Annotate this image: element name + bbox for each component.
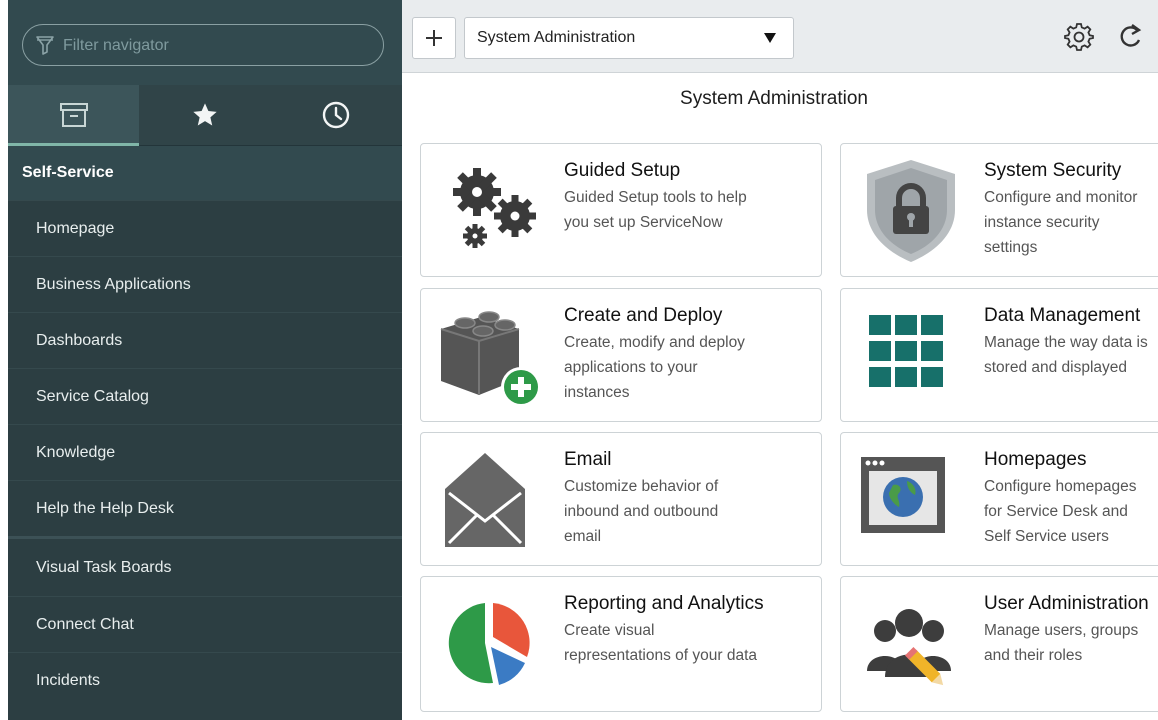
- application-navigator: Self-Service Homepage Business Applicati…: [8, 0, 402, 720]
- grid-icon: [869, 315, 943, 387]
- clock-icon: [323, 101, 350, 129]
- card-title: Create and Deploy: [564, 305, 723, 326]
- card-title: Guided Setup: [564, 160, 681, 181]
- card-title: Data Management: [984, 305, 1141, 326]
- nav-item-visual-task-boards[interactable]: Visual Task Boards: [8, 536, 402, 596]
- card-title: Reporting and Analytics: [564, 593, 764, 614]
- card-description: Manage users, groups and their roles: [984, 622, 1139, 664]
- tab-favorites[interactable]: [139, 85, 270, 145]
- card-email[interactable]: Email Customize behavior of inbound and …: [420, 432, 822, 566]
- star-icon: [193, 103, 217, 126]
- filter-navigator-input[interactable]: [61, 33, 365, 59]
- card-description: Manage the way data is stored and displa…: [984, 334, 1148, 376]
- content-toolbar: System Administration: [402, 0, 1158, 73]
- card-title: User Administration: [984, 593, 1149, 614]
- card-description: Configure homepages for Service Desk and…: [984, 478, 1137, 545]
- card-description: Create, modify and deploy applications t…: [564, 334, 745, 401]
- card-create-and-deploy[interactable]: Create and Deploy Create, modify and dep…: [420, 288, 822, 422]
- nav-section-self-service[interactable]: Self-Service: [8, 146, 402, 200]
- archive-icon: [59, 103, 88, 127]
- nav-item-business-applications[interactable]: Business Applications: [8, 256, 402, 312]
- nav-item-incidents[interactable]: Incidents: [8, 652, 402, 708]
- shield-lock-icon: [867, 160, 955, 262]
- refresh-icon[interactable]: [1116, 22, 1144, 52]
- card-title: System Security: [984, 160, 1122, 181]
- page-title: System Administration: [680, 88, 868, 109]
- card-reporting-and-analytics[interactable]: Reporting and Analytics Create visual re…: [420, 576, 822, 712]
- card-homepages[interactable]: Homepages Configure homepages for Servic…: [840, 432, 1158, 566]
- nav-item-help-the-help-desk[interactable]: Help the Help Desk: [8, 480, 402, 536]
- card-title: Homepages: [984, 449, 1087, 470]
- nav-item-homepage[interactable]: Homepage: [8, 200, 402, 256]
- gears-icon: [453, 168, 536, 248]
- add-button[interactable]: [412, 17, 456, 59]
- browser-globe-icon: [861, 457, 945, 533]
- navigator-tabs: [8, 85, 402, 146]
- module-dropdown[interactable]: System Administration: [464, 17, 794, 59]
- envelope-icon: [445, 453, 525, 547]
- gear-icon[interactable]: [1064, 22, 1094, 52]
- plus-icon: [426, 30, 442, 46]
- filter-navigator-box[interactable]: [22, 24, 384, 66]
- card-description: Create visual representations of your da…: [564, 622, 758, 664]
- card-guided-setup[interactable]: Guided Setup Guided Setup tools to help …: [420, 143, 822, 277]
- tab-all-applications[interactable]: [8, 85, 140, 146]
- nav-item-service-catalog[interactable]: Service Catalog: [8, 368, 402, 424]
- blocks-plus-icon: [440, 311, 541, 407]
- nav-item-connect-chat[interactable]: Connect Chat: [8, 596, 402, 652]
- pie-chart-icon: [448, 603, 530, 685]
- card-system-security[interactable]: System Security Configure and monitor in…: [840, 143, 1158, 277]
- caret-down-icon: [764, 33, 776, 43]
- filter-icon: [36, 36, 54, 55]
- card-data-management[interactable]: Data Management Manage the way data is s…: [840, 288, 1158, 422]
- card-description: Configure and monitor instance security …: [984, 189, 1138, 256]
- card-description: Customize behavior of inbound and outbou…: [564, 478, 719, 545]
- tab-history[interactable]: [271, 85, 402, 145]
- card-description: Guided Setup tools to help you set up Se…: [564, 189, 747, 231]
- card-title: Email: [564, 449, 612, 470]
- navigator-list: Self-Service Homepage Business Applicati…: [8, 146, 402, 708]
- users-pencil-icon: [867, 609, 951, 686]
- module-dropdown-value: System Administration: [477, 29, 636, 46]
- nav-item-dashboards[interactable]: Dashboards: [8, 312, 402, 368]
- nav-item-knowledge[interactable]: Knowledge: [8, 424, 402, 480]
- card-user-administration[interactable]: User Administration Manage users, groups…: [840, 576, 1158, 712]
- filter-area: [8, 0, 402, 85]
